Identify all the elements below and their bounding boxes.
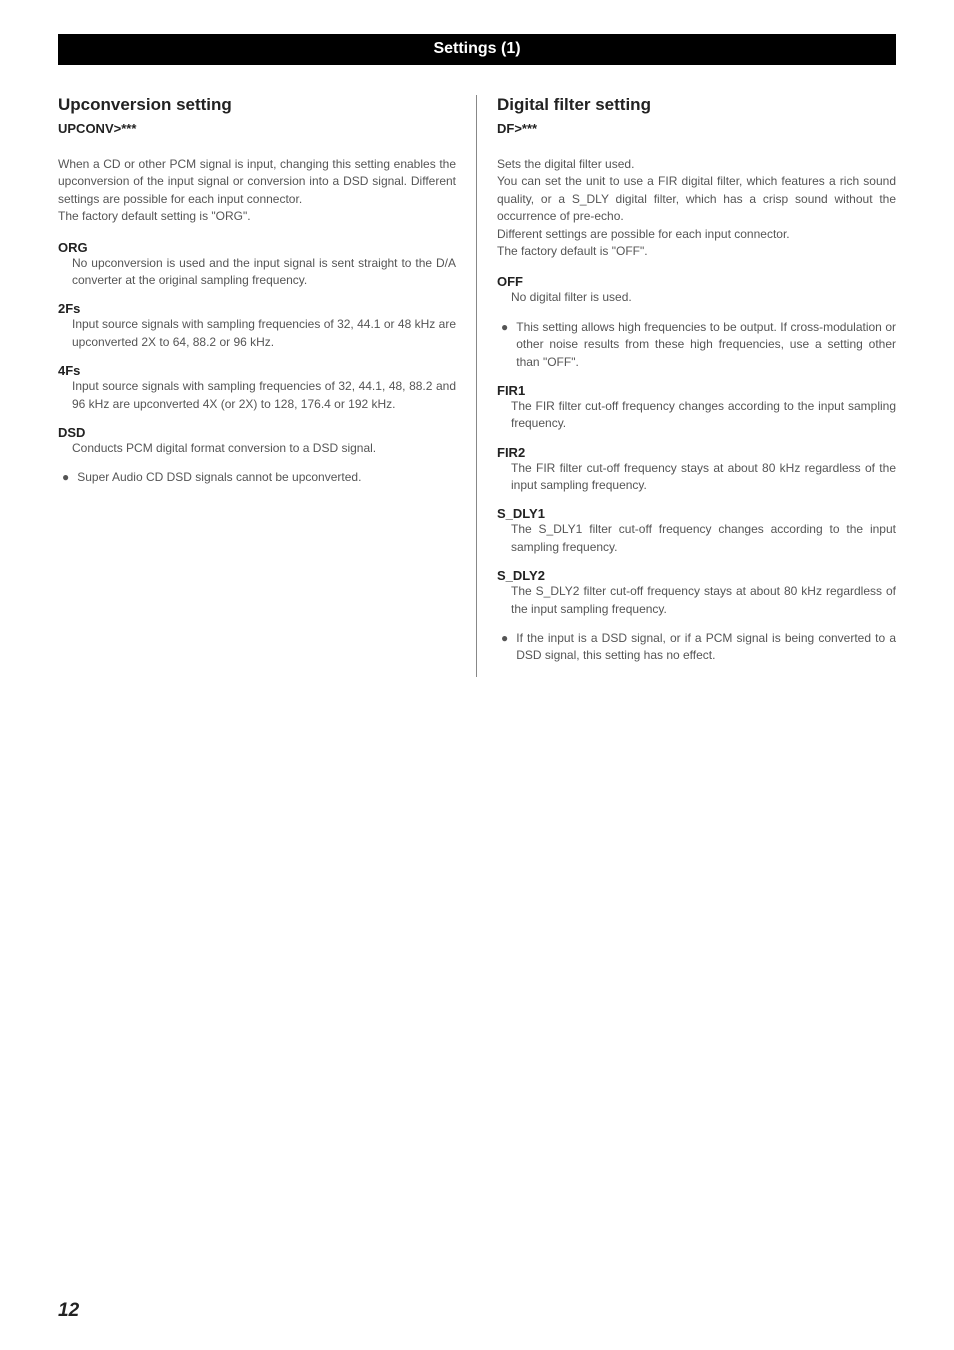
option-org: ORG No upconversion is used and the inpu… — [58, 240, 456, 290]
option-title: FIR2 — [497, 445, 896, 460]
option-title: DSD — [58, 425, 456, 440]
option-body: The FIR filter cut-off frequency changes… — [497, 398, 896, 433]
note-text: This setting allows high frequencies to … — [516, 319, 896, 371]
upconversion-code: UPCONV>*** — [58, 121, 456, 136]
option-4fs: 4Fs Input source signals with sampling f… — [58, 363, 456, 413]
option-body: The S_DLY1 filter cut-off frequency chan… — [497, 521, 896, 556]
upconversion-note: ● Super Audio CD DSD signals cannot be u… — [58, 469, 456, 486]
digital-filter-code: DF>*** — [497, 121, 896, 136]
option-body: No upconversion is used and the input si… — [58, 255, 456, 290]
section-bar: Settings (1) — [58, 34, 896, 65]
option-body: Input source signals with sampling frequ… — [58, 316, 456, 351]
option-title: ORG — [58, 240, 456, 255]
off-note: ● This setting allows high frequencies t… — [497, 319, 896, 371]
option-sdly2: S_DLY2 The S_DLY2 filter cut-off frequen… — [497, 568, 896, 618]
option-title: 4Fs — [58, 363, 456, 378]
option-title: FIR1 — [497, 383, 896, 398]
left-column: Upconversion setting UPCONV>*** When a C… — [58, 95, 477, 677]
bullet-icon: ● — [501, 319, 508, 371]
option-title: 2Fs — [58, 301, 456, 316]
bullet-icon: ● — [62, 469, 69, 486]
option-fir2: FIR2 The FIR filter cut-off frequency st… — [497, 445, 896, 495]
page-root: Settings (1) Upconversion setting UPCONV… — [0, 0, 954, 1350]
option-title: S_DLY2 — [497, 568, 896, 583]
option-body: The FIR filter cut-off frequency stays a… — [497, 460, 896, 495]
right-column: Digital filter setting DF>*** Sets the d… — [477, 95, 896, 677]
option-off: OFF No digital filter is used. — [497, 274, 896, 306]
note-text: Super Audio CD DSD signals cannot be upc… — [77, 469, 361, 486]
option-body: The S_DLY2 filter cut-off frequency stay… — [497, 583, 896, 618]
digital-filter-heading: Digital filter setting — [497, 95, 896, 115]
upconversion-heading: Upconversion setting — [58, 95, 456, 115]
option-fir1: FIR1 The FIR filter cut-off frequency ch… — [497, 383, 896, 433]
option-title: S_DLY1 — [497, 506, 896, 521]
digital-filter-intro: Sets the digital filter used. You can se… — [497, 156, 896, 260]
option-title: OFF — [497, 274, 896, 289]
option-body: Input source signals with sampling frequ… — [58, 378, 456, 413]
option-body: Conducts PCM digital format conversion t… — [58, 440, 456, 457]
section-bar-title: Settings (1) — [433, 40, 520, 57]
page-number: 12 — [58, 1300, 79, 1322]
upconversion-intro: When a CD or other PCM signal is input, … — [58, 156, 456, 226]
option-body: No digital filter is used. — [497, 289, 896, 306]
two-column-layout: Upconversion setting UPCONV>*** When a C… — [58, 95, 896, 677]
note-text: If the input is a DSD signal, or if a PC… — [516, 630, 896, 665]
option-dsd: DSD Conducts PCM digital format conversi… — [58, 425, 456, 457]
option-2fs: 2Fs Input source signals with sampling f… — [58, 301, 456, 351]
bullet-icon: ● — [501, 630, 508, 665]
option-sdly1: S_DLY1 The S_DLY1 filter cut-off frequen… — [497, 506, 896, 556]
end-note: ● If the input is a DSD signal, or if a … — [497, 630, 896, 665]
